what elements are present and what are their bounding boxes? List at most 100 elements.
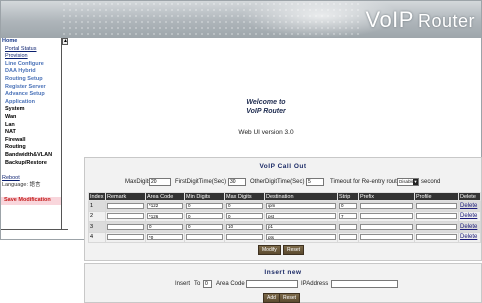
column-header-max-digits: Max Digits (224, 192, 265, 201)
sidebar-horizontal-scrollbar[interactable] (1, 229, 68, 237)
sidebar-item-application[interactable]: Application (1, 99, 61, 107)
profile-input[interactable] (416, 202, 457, 209)
sidebar-item-backup-restore[interactable]: Backup/Restore (1, 160, 61, 168)
sidebar-item-wan[interactable]: Wan (1, 114, 61, 122)
profile-input[interactable] (416, 234, 457, 241)
max-digits-label: MaxDigits (125, 179, 152, 185)
prefix-input[interactable] (360, 223, 413, 230)
sidebar-item-system[interactable]: System (1, 106, 61, 114)
min-digits-input[interactable] (186, 202, 223, 209)
sidebar-item-routing[interactable]: Routing (1, 144, 61, 152)
sidebar-item-lan[interactable]: Lan (1, 122, 61, 130)
column-header-prefix: Prefix (358, 192, 415, 201)
profile-input[interactable] (416, 213, 457, 220)
sidebar-item-language[interactable]: Language: 語言 (1, 182, 61, 190)
min-digits-input[interactable] (186, 223, 223, 230)
delete-link[interactable]: Delete (460, 234, 477, 240)
destination-input[interactable] (266, 223, 336, 230)
sidebar-item-firewall[interactable]: Firewall (1, 137, 61, 145)
insert-label: Insert (175, 281, 191, 287)
other-digit-time-label: OtherDigitTime(Sec) (250, 179, 305, 185)
first-digit-time-input[interactable] (228, 178, 246, 186)
destination-input[interactable] (266, 234, 336, 241)
strip-input[interactable] (339, 213, 357, 220)
area-code-input[interactable] (147, 223, 183, 230)
modify-button[interactable]: Modify (258, 245, 281, 255)
prefix-input[interactable] (360, 234, 413, 241)
ui-version-text: Web UI version 3.0 (238, 129, 294, 136)
max-digits-input[interactable] (226, 213, 263, 220)
row-index: 2 (88, 210, 106, 222)
insert-to-label: To (194, 281, 201, 287)
sidebar-item-line-configure[interactable]: Line Configure (1, 61, 61, 69)
max-digits-input[interactable] (226, 234, 263, 241)
table-row: 3 Delete (88, 221, 481, 233)
sidebar-item-save-modification[interactable]: Save Modification (1, 197, 61, 206)
welcome-line2: VoIP Router (246, 107, 286, 115)
insert-reset-button[interactable]: Reset (279, 293, 301, 303)
destination-input[interactable] (266, 213, 336, 220)
sidebar-item-routing-setup[interactable]: Routing Setup (1, 76, 61, 84)
prefix-input[interactable] (360, 213, 413, 220)
cell-prefix (358, 221, 415, 233)
cell-delete: Delete (458, 200, 481, 212)
scroll-up-arrow-icon[interactable]: ▲ (62, 38, 68, 45)
cell-destination (264, 221, 338, 233)
column-header-remark: Remark (105, 192, 146, 201)
timeout-select[interactable]: Disable ▼ (397, 178, 419, 186)
sidebar-item-provision[interactable]: Provision (1, 53, 61, 61)
chevron-down-icon: ▼ (413, 179, 418, 185)
cell-min-digits (184, 221, 225, 233)
sidebar-item-bandwidth-vlan[interactable]: Bandwidth&VLAN (1, 152, 61, 160)
strip-input[interactable] (339, 202, 357, 209)
sidebar-item-nat[interactable]: NAT (1, 129, 61, 137)
max-digits-input[interactable] (226, 223, 263, 230)
area-code-input[interactable] (147, 202, 183, 209)
cell-area-code (145, 231, 185, 243)
max-digits-input[interactable] (149, 178, 171, 186)
insert-area-code-input[interactable] (246, 280, 298, 288)
min-digits-input[interactable] (186, 234, 223, 241)
panel-title: VoIP Call Out (259, 163, 307, 170)
sidebar-item-register-server[interactable]: Register Server (1, 84, 61, 92)
insert-to-input[interactable] (203, 280, 212, 288)
prefix-input[interactable] (360, 202, 413, 209)
delete-link[interactable]: Delete (460, 213, 477, 219)
column-header-delete: Delete (458, 192, 481, 201)
sidebar-scrollbar[interactable]: ▲ ▼ (61, 38, 69, 236)
strip-input[interactable] (339, 234, 357, 241)
sidebar-item-advance-setup[interactable]: Advance Setup (1, 91, 61, 99)
min-digits-input[interactable] (186, 213, 223, 220)
insert-ip-address-label: IPAddress (301, 281, 329, 287)
cell-profile (414, 210, 459, 222)
table-row: 4 Delete (88, 231, 481, 243)
remark-input[interactable] (107, 223, 144, 230)
insert-ip-address-input[interactable] (331, 280, 398, 288)
destination-input[interactable] (266, 202, 336, 209)
cell-max-digits (224, 221, 265, 233)
strip-input[interactable] (339, 223, 357, 230)
reset-button[interactable]: Reset (283, 245, 305, 255)
table-row: 1 Delete (88, 200, 481, 212)
other-digit-time-input[interactable] (306, 178, 324, 186)
remark-input[interactable] (107, 213, 144, 220)
column-header-strip: Strip (337, 192, 359, 201)
insert-form: Insert To Area Code IPAddress (85, 280, 482, 289)
area-code-input[interactable] (147, 213, 183, 220)
add-button[interactable]: Add (263, 293, 280, 303)
column-header-min-digits: Min Digits (184, 192, 225, 201)
delete-link[interactable]: Delete (460, 224, 477, 230)
delete-link[interactable]: Delete (460, 203, 477, 209)
remark-input[interactable] (107, 202, 144, 209)
sidebar-item-daa-hybrid[interactable]: DAA Hybrid (1, 68, 61, 76)
cell-strip (337, 210, 359, 222)
sidebar-item-portal-status[interactable]: Portal Status (1, 46, 61, 54)
cell-destination (264, 231, 338, 243)
cell-strip (337, 200, 359, 212)
sidebar-item-home[interactable]: Home (1, 38, 61, 46)
cell-profile (414, 200, 459, 212)
remark-input[interactable] (107, 234, 144, 241)
area-code-input[interactable] (147, 234, 183, 241)
profile-input[interactable] (416, 223, 457, 230)
max-digits-input[interactable] (226, 202, 263, 209)
